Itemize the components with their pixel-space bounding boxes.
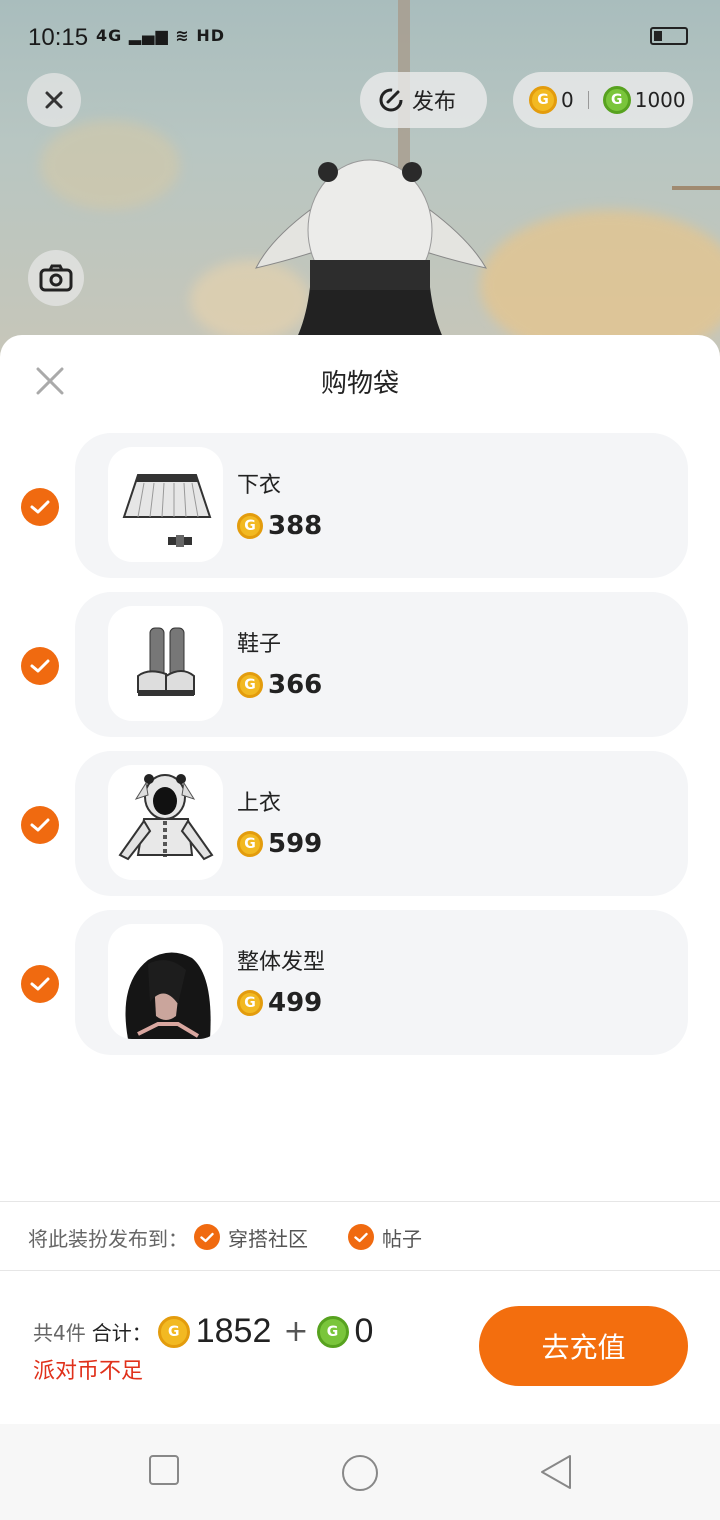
nav-back-icon[interactable] xyxy=(538,1454,574,1490)
divider xyxy=(0,1201,720,1202)
nav-circle-icon[interactable] xyxy=(341,1454,379,1492)
gold-coin-icon xyxy=(157,1315,190,1348)
green-balance: 1000 xyxy=(634,88,686,112)
check-icon xyxy=(30,500,50,514)
gold-coin-icon xyxy=(237,672,263,698)
gold-coin-icon xyxy=(237,990,263,1016)
cart-item[interactable]: 下衣 388 xyxy=(75,433,688,578)
close-icon xyxy=(45,91,63,109)
gold-coin-icon xyxy=(529,86,557,114)
item-thumbnail xyxy=(108,765,223,880)
network-icons: 4G ▂▄▆ ≋ HD xyxy=(96,26,225,45)
camera-button[interactable] xyxy=(28,250,84,306)
item-thumbnail xyxy=(108,924,223,1039)
cart-item[interactable]: 整体发型 499 xyxy=(75,910,688,1055)
divider xyxy=(0,1270,720,1271)
skirt-image xyxy=(122,474,212,547)
publish-icon xyxy=(379,88,403,112)
check-icon xyxy=(30,818,50,832)
item-checkbox[interactable] xyxy=(21,806,59,844)
item-price-value: 388 xyxy=(268,511,323,541)
item-name: 下衣 xyxy=(237,473,282,498)
item-price-value: 499 xyxy=(268,988,323,1018)
item-price-value: 599 xyxy=(268,829,323,859)
item-price: 388 xyxy=(237,511,322,541)
green-coin-icon xyxy=(316,1315,349,1348)
item-count: 共4件 xyxy=(33,1321,86,1345)
status-bar: 10:15 4G ▂▄▆ ≋ HD xyxy=(0,0,720,72)
insufficient-funds-warning: 派对币不足 xyxy=(33,1359,144,1384)
battery-icon xyxy=(650,27,688,45)
network-type: 4G xyxy=(96,26,123,45)
green-total: 0 xyxy=(354,1312,374,1350)
item-price: 599 xyxy=(237,829,322,859)
gold-coin-icon xyxy=(237,831,263,857)
publish-button[interactable]: 发布 xyxy=(360,72,487,128)
order-summary: 共4件 合计： 1852 + 0 派对币不足 xyxy=(33,1312,377,1385)
item-price: 366 xyxy=(237,670,322,700)
status-time: 10:15 xyxy=(28,24,89,51)
total-line: 共4件 合计： 1852 + 0 xyxy=(33,1312,377,1351)
item-name: 鞋子 xyxy=(237,632,282,657)
wifi-icon: ≋ xyxy=(175,26,190,45)
publish-to-label: 将此装扮发布到： xyxy=(28,1226,188,1251)
gold-balance: 0 xyxy=(561,88,574,112)
item-price: 499 xyxy=(237,988,322,1018)
gold-total: 1852 xyxy=(195,1312,272,1350)
cart-item[interactable]: 鞋子 366 xyxy=(75,592,688,737)
item-name: 上衣 xyxy=(237,791,282,816)
item-checkbox[interactable] xyxy=(21,647,59,685)
publish-options-row: 将此装扮发布到： 穿搭社区 帖子 xyxy=(28,1222,422,1252)
item-thumbnail xyxy=(108,606,223,721)
avatar-character xyxy=(255,159,487,350)
check-icon xyxy=(30,977,50,991)
item-name: 整体发型 xyxy=(237,950,326,975)
hair-image xyxy=(125,952,211,1039)
gold-coin-icon xyxy=(237,513,263,539)
publish-option-community[interactable]: 穿搭社区 xyxy=(194,1223,308,1252)
sheet-title: 购物袋 xyxy=(320,369,399,399)
camera-icon xyxy=(39,264,73,292)
system-nav-bar xyxy=(0,1424,720,1520)
signal-icon: ▂▄▆ xyxy=(128,26,169,45)
item-thumbnail xyxy=(108,447,223,562)
item-checkbox[interactable] xyxy=(21,488,59,526)
nav-square-icon[interactable] xyxy=(148,1454,180,1486)
publish-option-label: 穿搭社区 xyxy=(228,1226,308,1251)
total-label: 合计： xyxy=(91,1321,152,1345)
currency-balance[interactable]: 0 1000 xyxy=(513,72,693,128)
shoes-image xyxy=(137,627,195,696)
jacket-image xyxy=(118,774,214,861)
publish-option-label: 帖子 xyxy=(382,1226,422,1251)
recharge-button[interactable]: 去充值 xyxy=(479,1306,688,1386)
cart-item[interactable]: 上衣 599 xyxy=(75,751,688,896)
publish-option-post[interactable]: 帖子 xyxy=(348,1223,422,1252)
check-icon xyxy=(30,659,50,673)
plus-sign: + xyxy=(283,1314,309,1349)
background-shelf xyxy=(672,150,720,190)
check-icon xyxy=(348,1224,374,1250)
close-scene-button[interactable] xyxy=(27,73,81,127)
balance-divider xyxy=(587,91,589,109)
publish-label: 发布 xyxy=(412,90,457,115)
green-coin-icon xyxy=(602,86,631,114)
check-icon xyxy=(194,1224,220,1250)
item-checkbox[interactable] xyxy=(21,965,59,1003)
hd-label: HD xyxy=(196,26,225,45)
item-price-value: 366 xyxy=(268,670,323,700)
